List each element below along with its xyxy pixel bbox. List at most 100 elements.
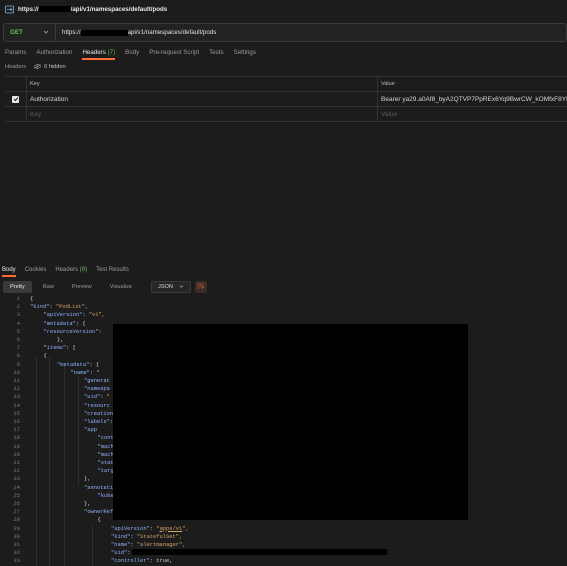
- tab-pre-request-script[interactable]: Pre-request Script: [149, 45, 199, 60]
- code-text: "mach: [97, 451, 114, 458]
- url-bar: GET https:// api/v1/namespaces/default/po…: [3, 23, 567, 42]
- format-select[interactable]: JSON: [151, 281, 191, 293]
- new-key-input[interactable]: Key: [27, 107, 378, 121]
- code-line: 29 "apiVersion": "apps/v1",: [0, 526, 567, 534]
- redacted-host: [38, 5, 71, 12]
- tab-label: Body: [2, 267, 16, 273]
- url-suffix: api/v1/namespaces/default/pods: [127, 29, 217, 36]
- header-checkbox-col: [5, 77, 27, 91]
- table-header-row: Key Value: [5, 77, 567, 92]
- tab-label: Headers: [82, 49, 106, 56]
- tab-body[interactable]: Body: [125, 45, 139, 60]
- line-number: 18: [13, 435, 20, 442]
- column-key: Key: [27, 77, 378, 91]
- headers-table: Key Value Authorization Bearer ya29.a0Af…: [5, 76, 567, 122]
- code-line: 3 "apiVersion": "v1",: [0, 312, 567, 320]
- tab-headers[interactable]: Headers (7): [82, 45, 115, 60]
- line-number: 28: [13, 517, 20, 524]
- tab-label: Cookies: [24, 267, 47, 273]
- wrap-lines-icon: [197, 283, 205, 291]
- line-number: 9: [16, 361, 20, 368]
- tab-label: Tests: [209, 49, 224, 56]
- url-prefix: https://: [62, 29, 81, 36]
- code-text: "namespa: [84, 386, 110, 393]
- view-visualize-button[interactable]: Visualize: [103, 281, 139, 293]
- line-number: 25: [13, 492, 20, 499]
- line-number: 14: [13, 402, 20, 409]
- line-number: 7: [16, 345, 20, 352]
- chevron-down-icon: [43, 29, 49, 37]
- header-key-cell[interactable]: Authorization: [27, 92, 378, 106]
- code-text: "targ: [97, 468, 114, 475]
- code-text: "ownerRefe: [84, 509, 117, 516]
- line-number: 21: [13, 460, 20, 466]
- title-prefix: https://: [18, 5, 39, 13]
- view-pretty-button[interactable]: Pretty: [3, 281, 32, 293]
- wrap-lines-button[interactable]: [194, 281, 207, 293]
- line-number: 23: [13, 476, 20, 483]
- url-input[interactable]: https:// api/v1/namespaces/default/pods: [56, 29, 216, 36]
- line-number: 16: [13, 419, 20, 425]
- tab-test-results[interactable]: Test Results: [96, 263, 129, 277]
- header-value-cell[interactable]: Bearer ya29.a0Af8_byA2QTVP7PpREx6Yq9BwrC…: [378, 92, 567, 106]
- method-select[interactable]: GET: [4, 24, 56, 41]
- code-text: },: [84, 476, 91, 483]
- header-enabled-checkbox[interactable]: [12, 95, 19, 103]
- code-text: "name": ": [70, 369, 100, 376]
- code-text: "resourceVersion":: [43, 328, 105, 335]
- line-number: 26: [13, 501, 20, 507]
- code-text: },: [57, 337, 64, 343]
- code-text: "app: [84, 427, 97, 434]
- line-number: 12: [13, 386, 20, 393]
- line-number: 27: [13, 509, 20, 516]
- code-text: "resourc: [84, 402, 110, 409]
- code-text: {: [30, 296, 34, 302]
- tab-label: Authorization: [36, 49, 73, 56]
- new-header-row: Key Value: [5, 107, 567, 122]
- line-number: 17: [13, 427, 20, 434]
- line-number: 32: [13, 550, 20, 557]
- tab-response-headers[interactable]: Headers (9): [55, 263, 87, 277]
- line-number: 20: [13, 451, 20, 458]
- line-number: 22: [13, 468, 20, 475]
- line-number: 4: [16, 320, 20, 327]
- code-text: "kube: [97, 492, 114, 499]
- hidden-headers-toggle[interactable]: 6 hidden: [34, 63, 66, 71]
- response-body-viewer[interactable]: 1{2 "kind": "PodList", 3 "apiVersion": "v1"…: [0, 296, 567, 566]
- headers-subheader: Headers 6 hidden: [5, 62, 66, 72]
- new-value-input[interactable]: Value: [378, 107, 567, 121]
- line-number: 10: [13, 369, 20, 376]
- line-number: 6: [16, 337, 20, 343]
- tab-authorization[interactable]: Authorization: [36, 45, 72, 60]
- code-text: "apiVersion": "apps/v1",: [111, 525, 189, 532]
- table-row: Authorization Bearer ya29.a0Af8_byA2QTVP…: [5, 92, 567, 107]
- tab-label: Headers: [55, 267, 79, 273]
- tab-tests[interactable]: Tests: [209, 45, 223, 60]
- code-text: "name": "alertmanager",: [111, 542, 186, 548]
- tab-cookies[interactable]: Cookies: [25, 263, 47, 277]
- tab-label: Test Results: [96, 267, 129, 273]
- http-request-icon: [5, 5, 14, 14]
- redaction-block: [132, 549, 387, 555]
- code-text: "cont: [97, 435, 114, 442]
- headers-section-label: Headers: [5, 64, 27, 70]
- empty-checkbox-cell: [5, 107, 27, 121]
- method-label: GET: [10, 29, 23, 36]
- tab-label: Settings: [233, 49, 256, 56]
- line-number: 11: [13, 378, 20, 384]
- code-text: {: [43, 353, 47, 360]
- view-raw-button[interactable]: Raw: [36, 281, 61, 293]
- tab-response-body[interactable]: Body: [2, 263, 16, 277]
- title-suffix: /api/v1/namespaces/default/pods: [70, 5, 168, 13]
- tab-label: Params: [5, 49, 27, 56]
- code-text: "metadata": {: [57, 361, 100, 368]
- code-text: "kind": "PodList",: [30, 304, 89, 311]
- tab-settings[interactable]: Settings: [234, 45, 256, 60]
- tab-params[interactable]: Params: [5, 45, 26, 60]
- line-number: 19: [13, 443, 20, 450]
- code-text: "controller": true,: [111, 558, 173, 565]
- view-preview-button[interactable]: Preview: [65, 281, 99, 293]
- line-number: 5: [16, 328, 20, 335]
- response-tabs: Body Cookies Headers (9) Test Results: [0, 263, 129, 277]
- view-mode-bar: Pretty Raw Preview Visualize JSON: [3, 281, 207, 293]
